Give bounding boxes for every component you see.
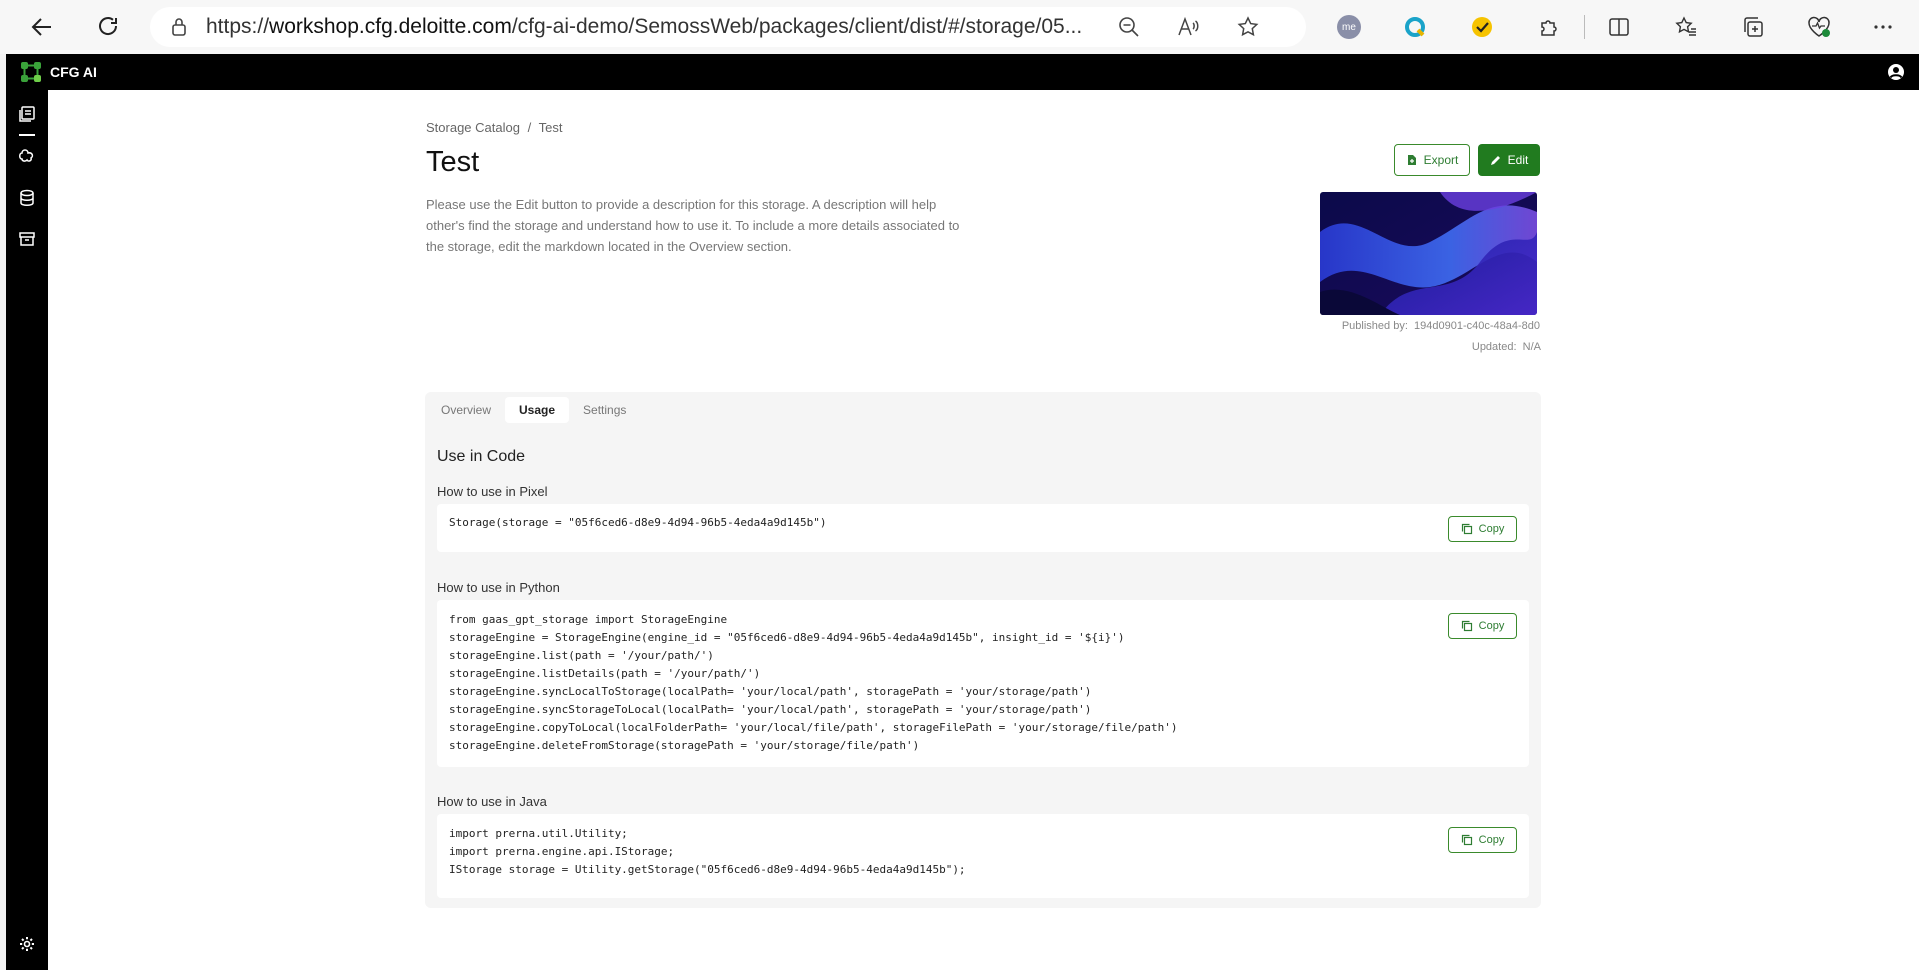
- copy-label: Copy: [1478, 834, 1505, 846]
- library-icon[interactable]: [18, 105, 36, 123]
- more-menu-icon[interactable]: [1868, 12, 1898, 42]
- edit-button[interactable]: Edit: [1478, 144, 1540, 176]
- code-line: storageEngine.copyToLocal(localFolderPat…: [449, 721, 1178, 734]
- extension-q-icon[interactable]: [1400, 12, 1430, 42]
- code-line: IStorage storage = Utility.getStorage("0…: [449, 863, 966, 876]
- code-line: import prerna.engine.api.IStorage;: [449, 845, 675, 858]
- storage-cover-image: [1320, 192, 1537, 315]
- url-text[interactable]: https://workshop.cfg.deloitte.com/cfg-ai…: [206, 15, 1116, 39]
- export-label: Export: [1423, 153, 1459, 167]
- code-line: storageEngine.list(path = '/your/path/'): [449, 649, 714, 662]
- copy-icon: [1461, 523, 1472, 535]
- published-value: 194d0901-c40c-48a4-8d0: [1414, 320, 1540, 332]
- address-bar[interactable]: https://workshop.cfg.deloitte.com/cfg-ai…: [150, 7, 1306, 47]
- java-label: How to use in Java: [437, 794, 547, 809]
- extension-check-icon[interactable]: [1467, 12, 1497, 42]
- updated-label: Updated:: [1471, 341, 1517, 353]
- user-account-icon[interactable]: [1887, 63, 1905, 81]
- copy-pixel-button[interactable]: Copy: [1448, 516, 1517, 542]
- settings-gear-icon[interactable]: [19, 936, 35, 952]
- pencil-icon: [1490, 156, 1500, 165]
- arrow-left-icon: [31, 18, 51, 36]
- main-content: Storage Catalog / Test Test Please use t…: [48, 90, 1919, 970]
- models-brain-icon[interactable]: [18, 147, 36, 165]
- back-button[interactable]: [22, 7, 62, 47]
- edit-label: Edit: [1507, 153, 1529, 167]
- app-header: CFG AI: [6, 54, 1919, 90]
- profile-me-icon[interactable]: me: [1334, 12, 1364, 42]
- favorites-icon[interactable]: [1671, 12, 1701, 42]
- python-code-block: from gaas_gpt_storage import StorageEngi…: [437, 600, 1529, 767]
- toolbar-divider: [1584, 15, 1585, 39]
- updated-value: N/A: [1522, 341, 1541, 353]
- storage-description: Please use the Edit button to provide a …: [426, 197, 960, 254]
- updated-info: Updated: N/A: [1348, 341, 1541, 353]
- zoom-out-icon[interactable]: [1117, 15, 1141, 39]
- code-line: Storage(storage = "05f6ced6-d8e9-4d94-96…: [449, 516, 827, 529]
- collections-icon[interactable]: [1738, 12, 1768, 42]
- code-line: storageEngine.syncStorageToLocal(localPa…: [449, 703, 1092, 716]
- app-window: CFG AI Storage Catalog / Test Test Pleas…: [6, 54, 1919, 970]
- storage-archive-icon[interactable]: [18, 230, 36, 248]
- tabs-panel: Overview Usage Settings Use in Code How …: [425, 392, 1541, 908]
- app-name: CFG AI: [50, 64, 97, 80]
- breadcrumb-current: Test: [538, 120, 563, 135]
- breadcrumb: Storage Catalog / Test: [426, 120, 562, 135]
- code-line: storageEngine.deleteFromStorage(storageP…: [449, 739, 920, 752]
- published-by: Published by: 194d0901-c40c-48a4-8d0: [1322, 320, 1540, 332]
- extensions-puzzle-icon[interactable]: [1534, 12, 1564, 42]
- breadcrumb-storage-catalog[interactable]: Storage Catalog: [426, 120, 520, 135]
- side-navigation: [6, 90, 48, 970]
- java-code-block: import prerna.util.Utility; import prern…: [437, 814, 1529, 898]
- code-line: storageEngine.syncLocalToStorage(localPa…: [449, 685, 1092, 698]
- export-button[interactable]: Export: [1394, 144, 1470, 176]
- lock-icon: [172, 18, 186, 36]
- split-screen-icon[interactable]: [1604, 12, 1634, 42]
- code-line: from gaas_gpt_storage import StorageEngi…: [449, 613, 728, 626]
- copy-python-button[interactable]: Copy: [1448, 613, 1517, 639]
- database-icon[interactable]: [18, 189, 36, 207]
- rail-active-indicator: [19, 134, 35, 136]
- pixel-code-block: Storage(storage = "05f6ced6-d8e9-4d94-96…: [437, 504, 1529, 552]
- python-label: How to use in Python: [437, 580, 560, 595]
- reload-button[interactable]: [88, 7, 128, 47]
- tab-bar: Overview Usage Settings: [425, 392, 1541, 428]
- read-aloud-icon[interactable]: [1176, 15, 1200, 39]
- cfg-logo-icon: [21, 62, 41, 82]
- export-file-icon: [1407, 155, 1416, 165]
- section-title: Use in Code: [437, 448, 526, 465]
- tab-overview[interactable]: Overview: [433, 397, 499, 423]
- copy-icon: [1461, 620, 1472, 632]
- browser-essentials-icon[interactable]: [1804, 12, 1834, 42]
- profile-badge: me: [1337, 15, 1361, 39]
- tab-usage[interactable]: Usage: [505, 397, 570, 423]
- tab-settings[interactable]: Settings: [575, 397, 634, 423]
- code-line: import prerna.util.Utility;: [449, 827, 628, 840]
- app-brand[interactable]: CFG AI: [20, 61, 97, 83]
- favorite-star-icon[interactable]: [1236, 15, 1260, 39]
- breadcrumb-separator: /: [527, 120, 532, 135]
- copy-icon: [1461, 834, 1472, 846]
- browser-toolbar: https://workshop.cfg.deloitte.com/cfg-ai…: [0, 0, 1919, 54]
- pixel-label: How to use in Pixel: [437, 484, 548, 499]
- copy-label: Copy: [1478, 523, 1505, 535]
- code-line: storageEngine = StorageEngine(engine_id …: [449, 631, 1125, 644]
- published-label: Published by:: [1341, 320, 1408, 332]
- code-line: storageEngine.listDetails(path = '/your/…: [449, 667, 761, 680]
- copy-label: Copy: [1478, 620, 1505, 632]
- page-title: Test: [426, 146, 480, 178]
- reload-icon: [99, 17, 118, 35]
- copy-java-button[interactable]: Copy: [1448, 827, 1517, 853]
